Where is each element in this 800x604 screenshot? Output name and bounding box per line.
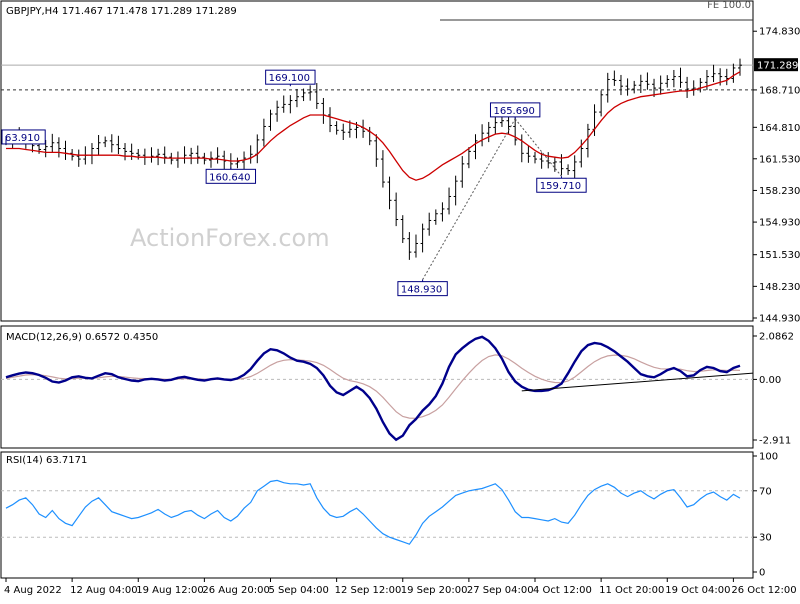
rsi-panel-frame (0, 451, 754, 579)
rsi-tick-label: 100 (759, 452, 778, 463)
rsi-panel: RSI(14) 63.7171 100 70 30 0 (0, 451, 778, 579)
price-tick-label: 168.710 (759, 85, 800, 96)
price-tick-label: 154.930 (759, 218, 800, 229)
price-y-axis: 174.830 171.289 168.710 164.810 161.530 158.2… (753, 27, 800, 325)
swing-label-text: 169.100 (269, 73, 310, 84)
swing-label-text: 148.930 (401, 285, 442, 296)
swing-label: 148.930 (397, 279, 448, 297)
swing-label: 160.640 (205, 167, 257, 184)
chart-window: GBPJPY,H4 171.467 171.478 171.289 171.28… (0, 0, 800, 600)
x-tick-label: 4 Oct 12:00 (533, 585, 592, 596)
x-tick-label: 12 Aug 04:00 (70, 585, 137, 596)
swing-label: 169.100 (265, 69, 316, 87)
x-tick-label: 5 Sep 04:00 (269, 585, 329, 596)
rsi-tick-label: 0 (759, 568, 765, 579)
price-panel: GBPJPY,H4 171.467 171.478 171.289 171.28… (0, 0, 800, 325)
swing-label: 159.710 (536, 176, 587, 193)
price-tick-label: 144.930 (759, 314, 800, 325)
x-tick-label: 4 Aug 2022 (4, 585, 62, 596)
x-tick-label: 19 Aug 12:00 (136, 585, 203, 596)
swing-label: 165.690 (489, 102, 541, 119)
x-tick-label: 19 Sep 20:00 (401, 585, 468, 596)
swing-label-text: 159.710 (540, 181, 581, 192)
x-tick-label: 12 Sep 12:00 (335, 585, 402, 596)
macd-tick-label: -2.911 (759, 436, 791, 447)
price-panel-frame (0, 0, 754, 322)
rsi-y-axis: 100 70 30 0 (753, 452, 778, 579)
watermark: ActionForex.com (130, 224, 330, 252)
rsi-header: RSI(14) 63.7171 (6, 455, 87, 466)
price-tick-label: 148.230 (759, 282, 800, 293)
x-axis: 4 Aug 2022 12 Aug 04:0019 Aug 12:0026 Aug… (4, 578, 797, 596)
x-tick-label: 26 Aug 20:00 (202, 585, 269, 596)
price-tick-label: 151.530 (759, 250, 800, 261)
swing-label-text: 63.910 (5, 133, 40, 144)
fe-label: FE 100.0 (707, 0, 751, 11)
price-tick-label: 174.830 (759, 27, 800, 38)
last-price-label: 171.289 (757, 61, 798, 72)
x-tick-label: 19 Oct 04:00 (665, 585, 730, 596)
macd-tick-label: 0.00 (759, 375, 781, 386)
rsi-tick-label: 30 (759, 533, 772, 544)
rsi-tick-label: 70 (759, 486, 772, 497)
macd-y-axis: 2.0862 0.00 -2.911 (753, 332, 794, 447)
macd-tick-label: 2.0862 (759, 332, 794, 343)
swing-label-text: 160.640 (209, 172, 250, 183)
x-tick-label: 26 Oct 12:00 (731, 585, 796, 596)
swing-label: 63.910 (1, 129, 46, 145)
macd-panel-frame (0, 325, 754, 449)
swing-label-text: 165.690 (493, 106, 534, 117)
price-tick-label: 158.230 (759, 186, 800, 197)
macd-header: MACD(12,26,9) 0.6572 0.4350 (6, 332, 158, 343)
price-tick-label: 161.530 (759, 154, 800, 165)
macd-panel: MACD(12,26,9) 0.6572 0.4350 2.0862 0.00 -2… (0, 325, 794, 449)
price-header: GBPJPY,H4 171.467 171.478 171.289 171.28… (6, 6, 237, 17)
x-tick-label: 27 Sep 04:00 (467, 585, 534, 596)
x-tick-label: 11 Oct 20:00 (599, 585, 664, 596)
price-tick-label: 164.810 (759, 123, 800, 134)
chart-canvas: GBPJPY,H4 171.467 171.478 171.289 171.28… (0, 0, 800, 596)
